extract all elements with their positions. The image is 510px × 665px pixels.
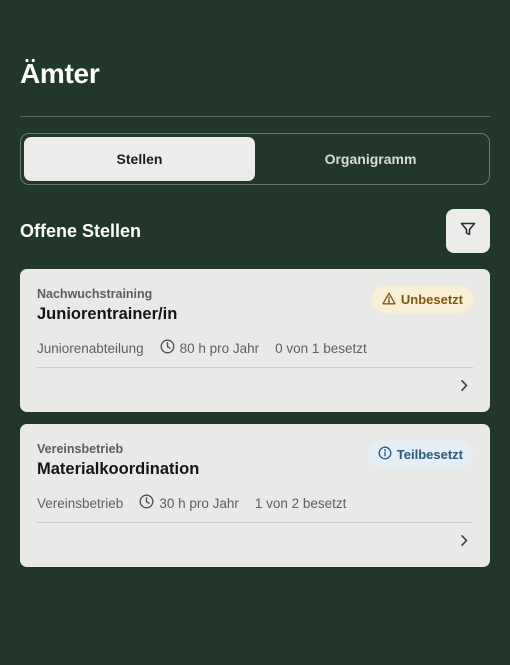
tab-stellen[interactable]: Stellen — [24, 137, 255, 181]
status-label: Teilbesetzt — [396, 447, 463, 462]
position-title: Materialkoordination — [37, 460, 200, 478]
tab-organigramm[interactable]: Organigramm — [255, 137, 486, 181]
hours-info: 80 h pro Jahr — [160, 339, 260, 357]
position-card-materialkoordination[interactable]: Vereinsbetrieb Materialkoordination Teil… — [20, 424, 490, 567]
filter-icon — [460, 221, 476, 242]
position-meta: Juniorenabteilung 80 h pro Jahr 0 von 1 … — [37, 339, 367, 357]
card-divider — [37, 522, 473, 523]
position-card-juniorentrainer[interactable]: Nachwuchstraining Juniorentrainer/in Unb… — [20, 269, 490, 412]
position-category: Nachwuchstraining — [37, 287, 153, 301]
chevron-right-icon[interactable] — [458, 532, 470, 548]
info-icon — [378, 446, 397, 463]
status-badge: Unbesetzt — [371, 286, 473, 313]
title-divider — [20, 116, 490, 117]
position-meta: Vereinsbetrieb 30 h pro Jahr 1 von 2 bes… — [37, 494, 346, 512]
filter-button[interactable] — [446, 209, 490, 253]
hours-info: 30 h pro Jahr — [139, 494, 239, 512]
occupancy-label: 0 von 1 besetzt — [275, 340, 367, 356]
chevron-right-icon[interactable] — [458, 377, 470, 393]
section-title: Offene Stellen — [20, 221, 142, 241]
warning-icon — [382, 292, 401, 308]
page-title: Ämter — [20, 58, 100, 89]
position-title: Juniorentrainer/in — [37, 305, 178, 323]
clock-icon — [139, 494, 159, 512]
view-switcher: Stellen Organigramm — [20, 133, 490, 185]
department-label: Juniorenabteilung — [37, 340, 144, 356]
status-label: Unbesetzt — [400, 292, 463, 307]
hours-label: 30 h pro Jahr — [159, 495, 239, 511]
clock-icon — [160, 339, 180, 357]
department-label: Vereinsbetrieb — [37, 495, 124, 511]
hours-label: 80 h pro Jahr — [179, 340, 260, 356]
card-divider — [37, 367, 473, 368]
status-badge: Teilbesetzt — [367, 441, 473, 468]
occupancy-label: 1 von 2 besetzt — [254, 495, 347, 511]
position-category: Vereinsbetrieb — [37, 442, 124, 456]
